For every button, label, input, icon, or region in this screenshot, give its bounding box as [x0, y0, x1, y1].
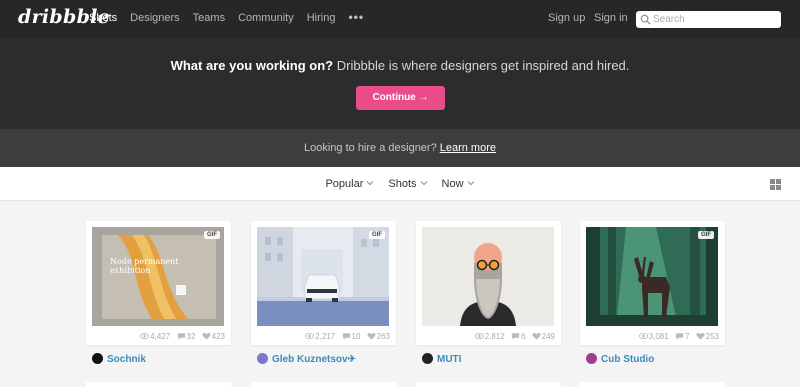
likes-count: 263: [376, 332, 390, 341]
more-menu-button[interactable]: •••: [348, 10, 364, 24]
likes-count: 423: [211, 332, 225, 341]
heart-icon: [202, 332, 211, 340]
hero-headline: What are you working on? Dribbble is whe…: [0, 58, 800, 73]
views-count: 3,081: [648, 332, 669, 341]
author-name[interactable]: Cub Studio: [601, 354, 654, 365]
nav-designers[interactable]: Designers: [130, 12, 180, 24]
likes-count: 253: [705, 332, 719, 341]
comment-icon: [511, 333, 520, 340]
chevron-down-icon: [467, 181, 474, 186]
nav-shots[interactable]: Shots: [89, 12, 117, 24]
shot-stats: 2,217 10 263: [301, 332, 390, 341]
avatar: [586, 353, 597, 364]
nav-teams[interactable]: Teams: [193, 12, 225, 24]
shot-thumbnail[interactable]: [422, 227, 554, 326]
shot-stats: 2,812 6 249: [471, 332, 555, 341]
shot-author[interactable]: Cub Studio: [586, 353, 654, 365]
shot-card-partial[interactable]: [416, 382, 561, 387]
hero-question: What are you working on?: [170, 58, 334, 73]
filter-popular-label: Popular: [325, 178, 364, 190]
shot-author[interactable]: MUTI: [422, 353, 461, 365]
chevron-down-icon: [420, 181, 427, 186]
sign-up-link[interactable]: Sign up: [548, 12, 585, 24]
search-icon: [640, 14, 651, 25]
shot-card[interactable]: GIF 3,081 7 253: [580, 221, 725, 345]
comments-count: 6: [520, 332, 526, 341]
comment-icon: [177, 333, 185, 340]
filter-popular[interactable]: Popular: [325, 178, 374, 190]
shot-artwork: [422, 227, 554, 326]
eye-icon: [305, 332, 315, 340]
views-count: 2,812: [484, 332, 505, 341]
eye-icon: [474, 332, 484, 340]
nav-hiring[interactable]: Hiring: [307, 12, 336, 24]
hero-tagline: Dribbble is where designers get inspired…: [333, 58, 630, 73]
shot-card-partial[interactable]: [86, 382, 231, 387]
shot-thumbnail[interactable]: GIF: [586, 227, 718, 326]
shot-card[interactable]: Node permanent exhibition GIF 4,427 32 4…: [86, 221, 231, 345]
top-navigation: dribbble Shots Designers Teams Community…: [0, 0, 800, 38]
shot-artwork: [257, 227, 389, 326]
eye-icon: [140, 332, 150, 340]
views-count: 2,217: [315, 332, 336, 341]
likes-count: 249: [541, 332, 555, 341]
shot-author[interactable]: Gleb Kuznetsov✈: [257, 353, 356, 365]
author-name[interactable]: Gleb Kuznetsov✈: [272, 354, 356, 365]
chevron-down-icon: [366, 181, 374, 186]
heart-icon: [532, 332, 541, 340]
filter-bar: Popular Shots Now: [0, 167, 800, 201]
views-count: 4,427: [150, 332, 171, 341]
heart-icon: [696, 332, 705, 340]
avatar: [92, 353, 103, 364]
sign-in-link[interactable]: Sign in: [594, 12, 628, 24]
filter-now-label: Now: [441, 178, 464, 190]
avatar: [257, 353, 268, 364]
gif-badge: GIF: [204, 231, 220, 239]
shot-artwork-title: Node permanent exhibition: [110, 257, 179, 275]
shot-card-partial[interactable]: [580, 382, 725, 387]
shot-card-partial[interactable]: [251, 382, 396, 387]
avatar: [422, 353, 433, 364]
hire-prompt: Looking to hire a designer?: [304, 142, 437, 154]
comments-count: 10: [351, 332, 361, 341]
heart-icon: [367, 332, 376, 340]
grid-icon[interactable]: [770, 179, 781, 190]
comments-count: 32: [186, 332, 196, 341]
author-name[interactable]: MUTI: [437, 354, 461, 365]
shot-artwork: [92, 227, 224, 326]
comment-icon: [342, 333, 350, 340]
shot-card[interactable]: 2,812 6 249: [416, 221, 561, 345]
eye-icon: [638, 332, 648, 340]
shot-stats: 4,427 32 423: [136, 332, 225, 341]
filter-shots-label: Shots: [388, 178, 417, 190]
shot-stats: 3,081 7 253: [635, 332, 719, 341]
comment-icon: [675, 333, 684, 340]
filter-shots[interactable]: Shots: [388, 178, 427, 190]
gif-badge: GIF: [369, 231, 385, 239]
signup-hero: What are you working on? Dribbble is whe…: [0, 38, 800, 129]
shot-thumbnail[interactable]: Node permanent exhibition GIF: [92, 227, 224, 326]
shot-author[interactable]: Sochnik: [92, 353, 146, 365]
search-box[interactable]: [636, 11, 781, 28]
nav-community[interactable]: Community: [238, 12, 294, 24]
shot-thumbnail[interactable]: GIF: [257, 227, 389, 326]
comments-count: 7: [684, 332, 690, 341]
filter-now[interactable]: Now: [442, 178, 475, 190]
continue-button[interactable]: Continue →: [356, 86, 445, 110]
search-input[interactable]: [653, 12, 775, 27]
hire-banner: Looking to hire a designer? Learn more: [0, 129, 800, 167]
learn-more-link[interactable]: Learn more: [440, 142, 496, 154]
shot-artwork: [586, 227, 718, 326]
gif-badge: GIF: [698, 231, 714, 239]
hire-text: Looking to hire a designer? Learn more: [0, 142, 800, 154]
shot-card[interactable]: GIF 2,217 10 263: [251, 221, 396, 345]
filter-dropdowns: Popular Shots Now: [0, 178, 800, 190]
main-nav: Shots Designers Teams Community Hiring •…: [89, 10, 377, 24]
author-name[interactable]: Sochnik: [107, 354, 146, 365]
